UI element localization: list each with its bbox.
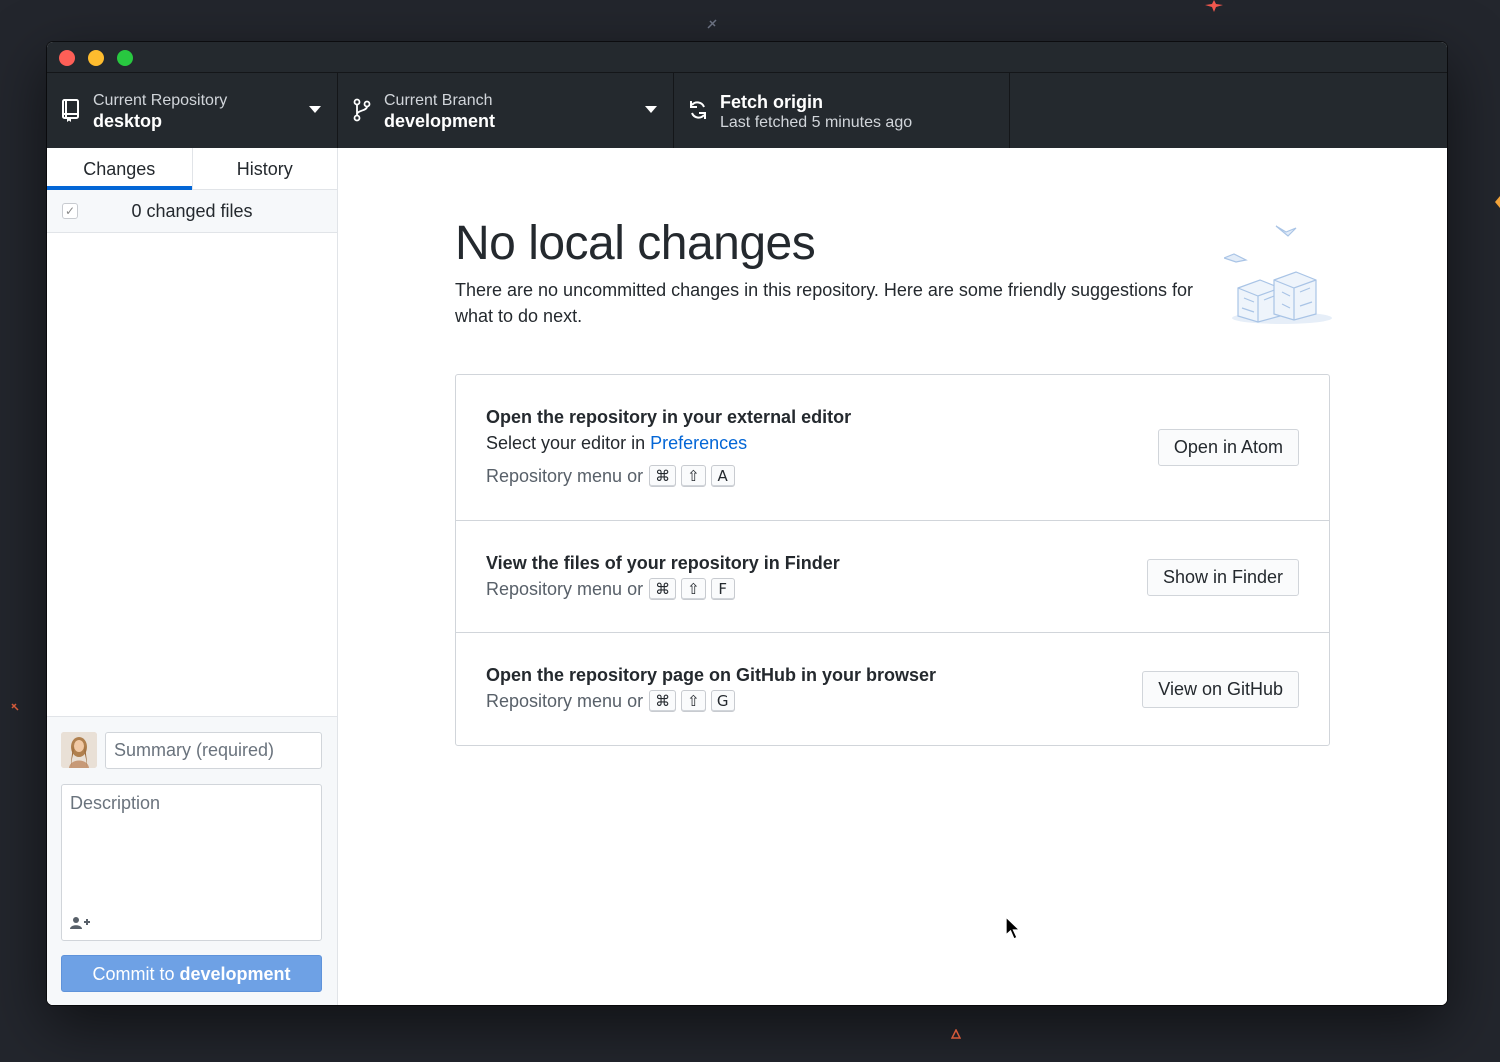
current-branch-name: development bbox=[384, 111, 496, 131]
suggestion-line-text: Select your editor in bbox=[486, 433, 651, 453]
maximize-window-button[interactable] bbox=[117, 50, 133, 66]
suggestion-line: Select your editor in Preferences bbox=[486, 433, 747, 454]
fetch-origin-label: Fetch origin bbox=[720, 92, 823, 112]
suggestion-title: Open the repository page on GitHub in yo… bbox=[486, 665, 937, 685]
person-add-icon[interactable] bbox=[70, 916, 90, 930]
shift-key: ⇧ bbox=[681, 690, 706, 712]
sparkle-icon bbox=[1495, 196, 1500, 208]
current-repository-dropdown[interactable]: Current Repository desktop bbox=[47, 73, 338, 148]
title-bar bbox=[47, 42, 1447, 73]
shortcut-prefix: Repository menu or bbox=[486, 578, 644, 599]
summary-input[interactable]: Summary (required) bbox=[105, 732, 322, 769]
git-branch-icon bbox=[353, 98, 371, 122]
minimize-window-button[interactable] bbox=[88, 50, 104, 66]
suggestions-panel: Open the repository in your external edi… bbox=[455, 374, 1330, 746]
sparkle-icon bbox=[951, 1029, 961, 1039]
mouse-cursor-icon bbox=[1005, 916, 1022, 940]
description-placeholder: Description bbox=[70, 793, 161, 813]
shift-key: ⇧ bbox=[681, 465, 706, 487]
shortcut-hint: Repository menu or ⌘ ⇧ G bbox=[486, 690, 735, 712]
suggestion-view-github: Open the repository page on GitHub in yo… bbox=[456, 633, 1329, 745]
shift-key: ⇧ bbox=[681, 578, 706, 600]
page-subtitle: There are no uncommitted changes in this… bbox=[455, 280, 1194, 326]
commit-button-prefix: Commit to bbox=[92, 964, 180, 984]
sparkle-icon bbox=[11, 703, 19, 711]
command-key: ⌘ bbox=[649, 690, 677, 712]
open-in-atom-button[interactable]: Open in Atom bbox=[1157, 429, 1299, 466]
commit-button[interactable]: Commit to development bbox=[61, 955, 322, 992]
sidebar-tabs: Changes History bbox=[47, 148, 337, 190]
sparkle-icon bbox=[707, 19, 717, 29]
current-repository-name: desktop bbox=[93, 111, 163, 131]
shortcut-prefix: Repository menu or bbox=[486, 690, 644, 711]
sidebar: Changes History 0 changed files ✓ Summar… bbox=[47, 148, 338, 1005]
current-branch-dropdown[interactable]: Current Branch development bbox=[338, 73, 674, 148]
suggestion-show-finder: View the files of your repository in Fin… bbox=[456, 521, 1329, 633]
commit-message-area: Summary (required) Description Commit to… bbox=[47, 716, 337, 1005]
shortcut-hint: Repository menu or ⌘ ⇧ F bbox=[486, 578, 735, 600]
page-title: No local changes bbox=[455, 217, 816, 270]
commit-button-branch: development bbox=[179, 964, 291, 984]
show-in-finder-button[interactable]: Show in Finder bbox=[1146, 559, 1299, 596]
chevron-down-icon bbox=[645, 106, 657, 113]
letter-key: A bbox=[710, 465, 735, 487]
view-on-github-button[interactable]: View on GitHub bbox=[1142, 671, 1299, 708]
sync-icon bbox=[690, 101, 706, 119]
empty-boxes-illustration bbox=[1224, 225, 1332, 324]
letter-key: F bbox=[710, 578, 735, 600]
tab-history[interactable]: History bbox=[191, 148, 338, 189]
current-branch-label: Current Branch bbox=[384, 92, 493, 109]
tab-changes[interactable]: Changes bbox=[47, 148, 192, 190]
select-all-checkbox[interactable]: ✓ bbox=[62, 203, 78, 219]
fetch-origin-button[interactable]: Fetch origin Last fetched 5 minutes ago bbox=[674, 73, 1010, 148]
current-repository-label: Current Repository bbox=[93, 92, 228, 109]
chevron-down-icon bbox=[309, 106, 321, 113]
command-key: ⌘ bbox=[649, 578, 677, 600]
command-key: ⌘ bbox=[649, 465, 677, 487]
preferences-link[interactable]: Preferences bbox=[650, 433, 747, 453]
letter-key: G bbox=[710, 690, 735, 712]
sparkle-icon bbox=[1205, 0, 1223, 12]
last-fetched-status: Last fetched 5 minutes ago bbox=[720, 114, 913, 131]
suggestion-title: Open the repository in your external edi… bbox=[486, 407, 852, 427]
suggestion-open-editor: Open the repository in your external edi… bbox=[456, 375, 1329, 521]
main-content: No local changes There are no uncommitte… bbox=[338, 148, 1447, 1005]
close-window-button[interactable] bbox=[59, 50, 75, 66]
changed-files-count: 0 changed files bbox=[131, 201, 253, 221]
description-field[interactable]: Description bbox=[61, 784, 322, 941]
shortcut-hint: Repository menu or ⌘ ⇧ A bbox=[486, 465, 735, 487]
avatar bbox=[61, 732, 97, 768]
shortcut-prefix: Repository menu or bbox=[486, 465, 644, 486]
repo-icon bbox=[62, 99, 79, 122]
app-window: Current Repository desktop Current Branc… bbox=[47, 42, 1447, 1005]
toolbar: Current Repository desktop Current Branc… bbox=[47, 73, 1447, 148]
changed-files-header: 0 changed files ✓ bbox=[47, 190, 337, 233]
suggestion-title: View the files of your repository in Fin… bbox=[486, 553, 840, 573]
